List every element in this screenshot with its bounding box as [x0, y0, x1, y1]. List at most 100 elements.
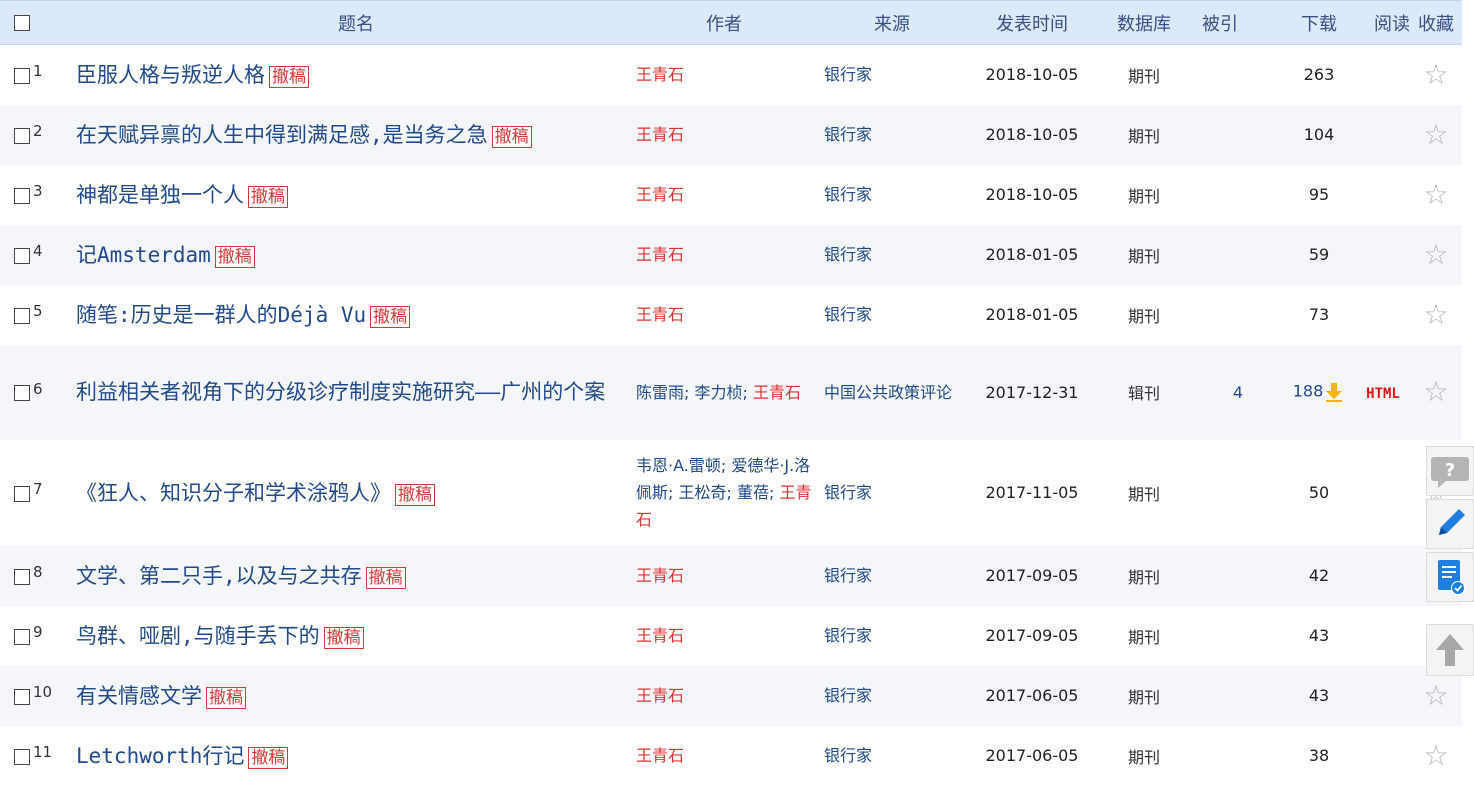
download-count[interactable]: 188	[1293, 382, 1324, 401]
article-title-link[interactable]: 有关情感文学	[76, 684, 202, 708]
arrow-up-icon	[1436, 634, 1464, 666]
author-link[interactable]: 王青石	[636, 626, 684, 645]
source-link[interactable]: 银行家	[824, 245, 872, 264]
article-title-link[interactable]: Letchworth行记	[76, 744, 244, 768]
back-to-top-tool[interactable]	[1426, 624, 1474, 676]
star-icon[interactable]: ☆	[1423, 58, 1448, 91]
retraction-badge[interactable]: 撤稿	[206, 687, 246, 709]
retraction-badge[interactable]: 撤稿	[269, 66, 309, 89]
retraction-badge[interactable]: 撤稿	[248, 186, 288, 208]
star-icon[interactable]: ☆	[1423, 739, 1448, 772]
header-downloads[interactable]: 下载	[1282, 0, 1356, 45]
list-tool[interactable]	[1426, 552, 1474, 602]
citation-count[interactable]	[1194, 285, 1282, 345]
star-icon[interactable]: ☆	[1423, 178, 1448, 211]
author-link[interactable]: 陈雷雨	[636, 383, 684, 402]
header-source[interactable]: 来源	[824, 0, 970, 45]
citation-count[interactable]	[1194, 546, 1282, 606]
author-link[interactable]: 王松奇	[679, 483, 727, 502]
help-tool[interactable]: ?	[1426, 446, 1474, 496]
source-link[interactable]: 银行家	[824, 626, 872, 645]
citation-count[interactable]	[1194, 606, 1282, 666]
citation-count[interactable]	[1194, 225, 1282, 285]
database-type: 期刊	[1127, 306, 1160, 326]
citation-count[interactable]: 4	[1194, 345, 1282, 440]
author-link[interactable]: 王青石	[636, 686, 684, 705]
header-date[interactable]: 发表时间	[970, 0, 1094, 45]
source-link[interactable]: 银行家	[824, 566, 872, 585]
source-link[interactable]: 银行家	[824, 65, 872, 84]
read-cell	[1356, 285, 1410, 345]
retraction-badge[interactable]: 撤稿	[323, 627, 364, 649]
row-checkbox[interactable]	[14, 628, 30, 645]
citation-count[interactable]	[1194, 440, 1282, 546]
article-title-link[interactable]: 鸟群、哑剧,与随手丢下的	[76, 624, 320, 648]
author-link[interactable]: 王青石	[636, 125, 684, 144]
read-cell	[1356, 726, 1410, 786]
source-link[interactable]: 银行家	[824, 686, 872, 705]
article-title-link[interactable]: 随笔:历史是一群人的Déjà Vu	[76, 303, 366, 327]
article-title-link[interactable]: 在天赋异禀的人生中得到满足感,是当务之急	[76, 123, 488, 147]
row-checkbox[interactable]	[14, 127, 30, 144]
publish-date: 2017-11-05	[985, 483, 1079, 502]
retraction-badge[interactable]: 撤稿	[365, 567, 406, 589]
row-checkbox[interactable]	[14, 568, 30, 585]
download-icon[interactable]	[1323, 381, 1345, 403]
star-icon[interactable]: ☆	[1423, 679, 1448, 712]
retraction-badge[interactable]: 撤稿	[370, 306, 411, 328]
author-link[interactable]: 王青石	[636, 566, 684, 585]
author-link[interactable]: 韦恩·A.雷顿	[636, 456, 721, 475]
source-cell: 银行家	[824, 606, 970, 666]
select-all-checkbox[interactable]	[14, 15, 30, 31]
row-checkbox[interactable]	[14, 688, 30, 705]
edit-tool[interactable]	[1426, 499, 1474, 549]
header-title[interactable]: 题名	[76, 0, 636, 45]
retraction-badge[interactable]: 撤稿	[395, 484, 435, 506]
retraction-badge[interactable]: 撤稿	[248, 747, 289, 769]
author-link[interactable]: 王青石	[636, 245, 684, 264]
row-checkbox[interactable]	[14, 247, 30, 264]
source-link[interactable]: 银行家	[824, 125, 872, 144]
article-title-link[interactable]: 神都是单独一个人	[76, 183, 244, 207]
row-checkbox[interactable]	[14, 187, 30, 204]
star-icon[interactable]: ☆	[1423, 375, 1448, 408]
source-link[interactable]: 银行家	[824, 185, 872, 204]
source-link[interactable]: 银行家	[824, 746, 872, 765]
html-read-link[interactable]: HTML	[1366, 386, 1400, 402]
citation-count[interactable]	[1194, 165, 1282, 225]
citation-count[interactable]	[1194, 726, 1282, 786]
article-title-link[interactable]: 臣服人格与叛逆人格	[76, 63, 265, 87]
row-checkbox[interactable]	[14, 485, 30, 502]
source-link[interactable]: 银行家	[824, 483, 872, 502]
retraction-badge[interactable]: 撤稿	[214, 246, 255, 268]
citation-count[interactable]	[1194, 105, 1282, 165]
star-icon[interactable]: ☆	[1423, 298, 1448, 331]
row-checkbox[interactable]	[14, 748, 30, 765]
row-checkbox[interactable]	[14, 307, 30, 324]
author-link[interactable]: 李力桢	[695, 383, 743, 402]
citation-count[interactable]	[1194, 45, 1282, 105]
article-title-link[interactable]: 记Amsterdam	[76, 243, 211, 267]
table-row: 6 利益相关者视角下的分级诊疗制度实施研究——广州的个案 陈雷雨; 李力桢; 王青石…	[0, 344, 1462, 440]
row-checkbox[interactable]	[14, 67, 30, 84]
author-link[interactable]: 董蓓	[737, 483, 769, 502]
retraction-badge[interactable]: 撤稿	[491, 126, 532, 148]
source-link[interactable]: 银行家	[824, 305, 872, 324]
author-link[interactable]: 王青石	[636, 185, 684, 204]
citation-count[interactable]	[1194, 666, 1282, 726]
source-link[interactable]: 中国公共政策评论	[824, 383, 952, 402]
author-link[interactable]: 王青石	[753, 383, 801, 402]
header-cited[interactable]: 被引	[1194, 0, 1282, 45]
author-link[interactable]: 王青石	[636, 305, 684, 324]
article-title-link[interactable]: 《狂人、知识分子和学术涂鸦人》	[76, 481, 391, 505]
row-checkbox[interactable]	[14, 385, 30, 401]
authors-cell: 王青石	[636, 726, 824, 786]
article-title-link[interactable]: 利益相关者视角下的分级诊疗制度实施研究——广州的个案	[76, 380, 605, 404]
header-database[interactable]: 数据库	[1094, 0, 1194, 45]
star-icon[interactable]: ☆	[1423, 238, 1448, 271]
author-link[interactable]: 王青石	[636, 746, 684, 765]
header-author[interactable]: 作者	[636, 0, 824, 45]
star-icon[interactable]: ☆	[1423, 118, 1448, 151]
article-title-link[interactable]: 文学、第二只手,以及与之共存	[76, 564, 362, 588]
author-link[interactable]: 王青石	[636, 65, 684, 84]
